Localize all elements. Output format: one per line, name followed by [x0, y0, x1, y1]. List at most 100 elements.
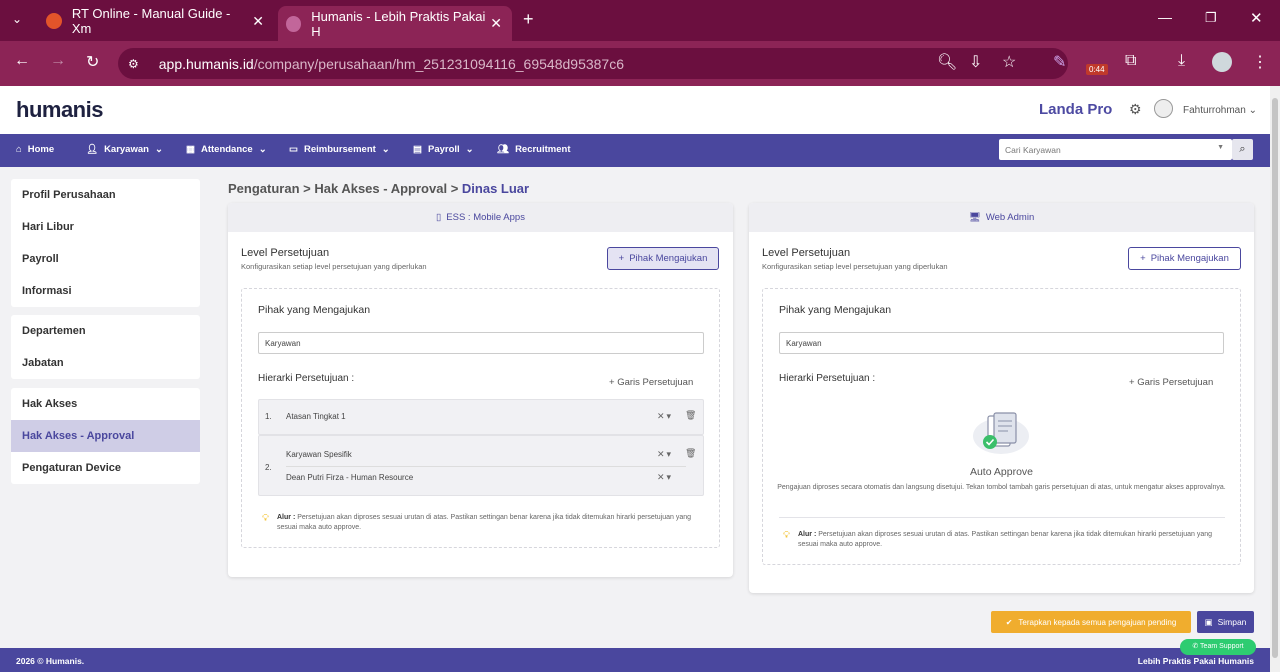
add-garis-persetujuan-button[interactable]: + Garis Persetujuan — [609, 377, 693, 388]
trash-icon[interactable]: 🗑︎ — [685, 410, 698, 421]
settings-gear-icon[interactable]: ⚙ — [1129, 101, 1142, 118]
site-info-icon[interactable]: ⚙ — [128, 57, 139, 71]
menu-label: Home — [27, 144, 55, 155]
whatsapp-icon: ✆ — [1192, 643, 1199, 650]
pihak-card: Pihak yang Mengajukan Karyawan Hierarki … — [241, 288, 720, 548]
pihak-select[interactable]: Karyawan — [779, 332, 1224, 354]
breadcrumb-separator: > — [450, 181, 459, 196]
chevron-down-icon: ⌄ — [381, 144, 390, 155]
sidebar-item-hak-akses[interactable]: Hak Akses — [11, 388, 200, 420]
back-icon[interactable]: ← — [14, 52, 30, 70]
pihak-select[interactable]: Karyawan — [258, 332, 704, 354]
url-path: /company/perusahaan/hm_251231094116_6954… — [253, 55, 624, 72]
scrollbar-thumb[interactable] — [1272, 98, 1278, 658]
approver-select[interactable]: Atasan Tingkat 1 — [286, 412, 346, 421]
extension-feather-icon[interactable]: ✎ — [1053, 52, 1066, 72]
tab-list-icon[interactable]: ⌄ — [12, 12, 22, 26]
rt-online-favicon-icon — [46, 13, 62, 29]
button-label: Pihak Mengajukan — [1150, 253, 1229, 264]
menu-label: Attendance — [200, 144, 253, 155]
more-menu-icon[interactable]: ⋮ — [1252, 52, 1268, 72]
home-icon: ⌂ — [16, 144, 22, 155]
sidebar-item-informasi[interactable]: Informasi — [11, 275, 200, 307]
reload-icon[interactable]: ↻ — [86, 52, 99, 72]
user-name: Fahturrohman — [1183, 105, 1246, 116]
sidebar-item-jabatan[interactable]: Jabatan — [11, 347, 200, 379]
button-label: Garis Persetujuan — [617, 377, 694, 388]
download-icon[interactable]: ⤓ — [1178, 52, 1185, 70]
menu-label: Reimbursement — [303, 144, 376, 155]
sidebar-item-pengaturan-device[interactable]: Pengaturan Device — [11, 452, 200, 484]
button-label: Terapkan kepada semua pengajuan pending — [1018, 617, 1177, 627]
team-support-button[interactable]: ✆ Team Support — [1180, 639, 1256, 655]
breadcrumb-pengaturan[interactable]: Pengaturan — [228, 181, 300, 196]
chevron-down-icon[interactable]: ▾ — [667, 449, 674, 459]
sidebar-item-departemen[interactable]: Departemen — [11, 315, 200, 347]
auto-approve-text: Pengajuan diproses secara otomatis dan l… — [777, 484, 1226, 491]
close-window-icon[interactable]: ✕ — [1250, 9, 1263, 27]
minimize-icon[interactable]: — — [1158, 9, 1172, 25]
ess-panel-header: ▯ ESS : Mobile Apps — [228, 203, 733, 232]
tab-humanis[interactable]: Humanis - Lebih Praktis Pakai H ✕ — [278, 6, 512, 41]
trash-icon[interactable]: 🗑︎ — [685, 448, 698, 459]
sidebar-item-hak-akses-approval[interactable]: Hak Akses - Approval — [11, 420, 200, 452]
sidebar-group-structure: Departemen Jabatan — [11, 315, 200, 379]
save-button[interactable]: ▣ Simpan — [1197, 611, 1254, 633]
install-app-icon[interactable]: ⇩ — [969, 52, 982, 72]
add-pihak-mengajukan-button[interactable]: + Pihak Mengajukan — [1128, 247, 1241, 270]
note-text: Persetujuan akan diproses sesuai urutan … — [277, 514, 692, 531]
breadcrumb-hak-akses-approval[interactable]: Hak Akses - Approval — [314, 181, 447, 196]
sidebar-item-profil-perusahaan[interactable]: Profil Perusahaan — [11, 179, 200, 211]
menu-home[interactable]: ⌂ Home — [16, 144, 54, 155]
forward-icon[interactable]: → — [50, 52, 66, 70]
users-icon: 👥︎ — [497, 144, 510, 155]
menu-payroll[interactable]: ▤ Payroll ⌄ — [413, 144, 474, 155]
url-domain: app.humanis.id — [158, 55, 254, 72]
profile-avatar-icon[interactable] — [1212, 52, 1232, 72]
plus-icon: + — [1140, 253, 1146, 264]
plus-icon: + — [609, 377, 615, 388]
auto-approve-illustration-icon — [970, 410, 1032, 456]
menu-reimbursement[interactable]: ▭ Reimbursement ⌄ — [289, 144, 390, 155]
new-tab-icon[interactable]: + — [523, 9, 534, 30]
url-field[interactable]: ⚙ app.humanis.id/company/perusahaan/hm_2… — [118, 48, 1068, 79]
extensions-puzzle-icon[interactable]: ⧉ — [1125, 52, 1136, 70]
add-garis-persetujuan-button[interactable]: + Garis Persetujuan — [1129, 377, 1213, 388]
hierarki-label: Hierarki Persetujuan : — [258, 373, 355, 384]
pihak-value: Karyawan — [265, 339, 301, 348]
sidebar-group-company: Profil Perusahaan Hari Libur Payroll Inf… — [11, 179, 200, 307]
user-avatar-icon[interactable] — [1154, 99, 1173, 118]
clear-icon[interactable]: ✕ — [657, 411, 667, 421]
close-tab-icon[interactable]: ✕ — [252, 13, 264, 30]
zoom-icon[interactable]: 🔍︎ — [937, 52, 957, 72]
note-text: Persetujuan akan diproses sesuai urutan … — [798, 531, 1213, 548]
level-title: Level Persetujuan — [241, 247, 330, 259]
chevron-down-icon[interactable]: ▾ — [667, 411, 674, 421]
user-menu[interactable]: Fahturrohman ⌄ — [1183, 105, 1257, 116]
humanis-favicon-icon — [286, 15, 302, 32]
clear-icon[interactable]: ✕ — [657, 449, 667, 459]
flow-note: Alur : Persetujuan akan diproses sesuai … — [277, 513, 705, 533]
close-tab-icon[interactable]: ✕ — [490, 15, 502, 32]
sidebar-item-payroll[interactable]: Payroll — [11, 243, 200, 275]
apply-all-pending-button[interactable]: ✔ Terapkan kepada semua pengajuan pending — [991, 611, 1191, 633]
menu-recruitment[interactable]: 👥︎ Recruitment — [497, 144, 571, 155]
sidebar-item-hari-libur[interactable]: Hari Libur — [11, 211, 200, 243]
search-employee-input[interactable]: Cari Karyawan ▼ — [999, 139, 1232, 160]
level-subtitle: Konfigurasikan setiap level persetujuan … — [762, 262, 948, 271]
plus-icon: + — [1129, 377, 1135, 388]
add-pihak-mengajukan-button[interactable]: + Pihak Mengajukan — [607, 247, 719, 270]
approver-person-select[interactable]: Dean Putri Firza - Human Resource — [286, 473, 413, 482]
tab-rt-online[interactable]: RT Online - Manual Guide - Xm ✕ — [38, 6, 274, 36]
menu-karyawan[interactable]: 👤︎ Karyawan ⌄ — [86, 144, 163, 155]
restore-icon[interactable]: ❐ — [1205, 10, 1217, 26]
search-button[interactable]: ⌕ — [1232, 139, 1253, 160]
menu-attendance[interactable]: ▦ Attendance ⌄ — [186, 144, 267, 155]
sidebar-group-access: Hak Akses Hak Akses - Approval Pengatura… — [11, 388, 200, 484]
menu-label: Payroll — [427, 144, 460, 155]
bookmark-star-icon[interactable]: ☆ — [1002, 52, 1016, 72]
approver-type-select[interactable]: Karyawan Spesifik — [286, 450, 352, 459]
humanis-logo[interactable]: humanis — [16, 97, 103, 123]
clear-icon[interactable]: ✕ — [657, 472, 667, 482]
chevron-down-icon[interactable]: ▾ — [667, 472, 674, 482]
